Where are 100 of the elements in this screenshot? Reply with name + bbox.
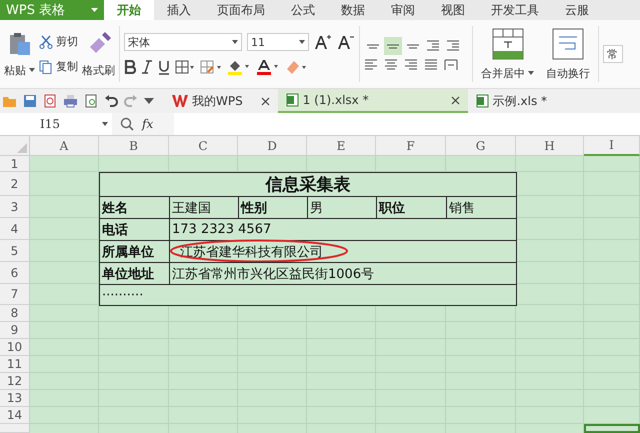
column-header[interactable]: E — [307, 136, 376, 156]
merge-center-button[interactable]: 合并居中 — [477, 28, 538, 80]
format-painter-button[interactable]: 格式刷 — [82, 30, 115, 78]
print-preview-icon[interactable] — [84, 94, 98, 108]
wrap-text-icon — [552, 28, 584, 60]
caret-icon[interactable] — [144, 98, 154, 104]
font-size-dropdown[interactable]: 11 — [247, 33, 309, 51]
borders-icon[interactable] — [175, 60, 195, 74]
table-cell-text: 江苏省常州市兴化区益民街1006号 — [172, 266, 374, 282]
field-label: 所属单位 — [102, 244, 154, 260]
align-lines-icon — [446, 40, 460, 52]
align-lines-icon — [426, 40, 440, 52]
row-header[interactable]: 1 — [0, 156, 30, 172]
cell-style-icon[interactable] — [200, 60, 222, 74]
row-header[interactable]: 13 — [0, 390, 30, 407]
app-menu-button[interactable]: WPS 表格 — [0, 0, 104, 20]
align-button[interactable] — [384, 37, 402, 55]
row-header[interactable]: 2 — [0, 172, 30, 196]
italic-icon[interactable] — [141, 60, 153, 74]
caret-icon — [29, 68, 35, 72]
cut-button[interactable]: 剪切 — [39, 34, 78, 49]
row-header[interactable]: 8 — [0, 305, 30, 322]
align-center-icon[interactable] — [384, 59, 398, 71]
copy-button[interactable]: 复制 — [39, 59, 78, 74]
align-lines-icon — [366, 44, 380, 48]
selected-cell[interactable] — [584, 424, 640, 433]
column-header[interactable]: I — [584, 136, 640, 156]
menu-tab[interactable]: 数据 — [328, 0, 378, 20]
table-cell-text: 王建国 — [172, 200, 211, 216]
copy-icon — [39, 60, 53, 74]
font-name-dropdown[interactable]: 宋体 — [124, 33, 242, 51]
column-header[interactable]: B — [99, 136, 169, 156]
increase-font-icon[interactable] — [314, 34, 332, 50]
row-header[interactable]: 5 — [0, 240, 30, 262]
font-color-icon[interactable] — [256, 59, 280, 75]
column-header[interactable]: A — [30, 136, 99, 156]
bold-icon[interactable] — [124, 60, 136, 74]
document-tab[interactable]: 1 (1).xlsx * — [278, 89, 468, 113]
table-cell-text: 男 — [310, 200, 323, 216]
column-header[interactable]: H — [516, 136, 584, 156]
field-label: 职位 — [379, 200, 405, 216]
justify-icon[interactable] — [424, 59, 438, 71]
wrap-text-button[interactable]: 自动换行 — [542, 28, 594, 80]
row-header[interactable]: 3 — [0, 196, 30, 218]
row-header[interactable]: 10 — [0, 339, 30, 356]
merge-cells-icon — [492, 28, 524, 60]
column-header[interactable]: F — [376, 136, 446, 156]
table-cell: ·········· — [102, 288, 144, 302]
column-header[interactable]: D — [238, 136, 307, 156]
spreadsheet-file-icon — [476, 94, 489, 108]
close-icon[interactable] — [260, 96, 270, 106]
column-header[interactable]: G — [446, 136, 516, 156]
paste-button[interactable]: 粘贴 — [4, 30, 35, 78]
row-header[interactable]: 11 — [0, 356, 30, 373]
undo-icon[interactable] — [104, 94, 118, 108]
w-logo-icon — [172, 95, 188, 107]
printer-icon[interactable] — [63, 94, 78, 108]
menu-tab[interactable]: 公式 — [278, 0, 328, 20]
menu-tab[interactable]: 插入 — [154, 0, 204, 20]
align-right-icon[interactable] — [404, 59, 418, 71]
table-cell: 173 2323 4567 — [172, 222, 272, 237]
column-header[interactable]: C — [169, 136, 238, 156]
document-tab[interactable]: 我的WPS — [164, 89, 278, 113]
name-box[interactable]: I15 — [0, 113, 112, 135]
underline-icon[interactable] — [158, 60, 170, 74]
menu-tab[interactable]: 开发工具 — [478, 0, 552, 20]
decrease-font-icon[interactable] — [337, 34, 355, 50]
menu-tab[interactable]: 云服 — [552, 0, 602, 20]
formula-input[interactable] — [174, 113, 640, 135]
number-format-field[interactable]: 常 — [603, 45, 623, 63]
menu-tab[interactable]: 审阅 — [378, 0, 428, 20]
row-header[interactable]: 9 — [0, 322, 30, 339]
align-lines-icon — [386, 44, 400, 48]
save-icon[interactable] — [23, 94, 37, 108]
field-label: 性别 — [241, 200, 267, 216]
caret-icon — [91, 8, 98, 12]
menu-tab[interactable]: 开始 — [104, 0, 154, 20]
row-header[interactable]: 7 — [0, 284, 30, 305]
fill-color-icon[interactable] — [227, 59, 251, 75]
close-icon[interactable] — [450, 96, 460, 104]
align-left-icon[interactable] — [364, 59, 378, 71]
row-header[interactable]: 14 — [0, 407, 30, 424]
zoom-icon[interactable] — [120, 117, 134, 131]
caret-icon — [299, 40, 305, 44]
document-tab[interactable]: 示例.xls * — [468, 89, 556, 113]
row-header[interactable]: 6 — [0, 262, 30, 284]
row-header[interactable]: 12 — [0, 373, 30, 390]
table-cell-text: 销售 — [449, 200, 475, 216]
spreadsheet-file-icon — [286, 93, 299, 107]
caret-icon — [102, 122, 108, 126]
scissors-icon — [39, 34, 53, 48]
align-lines-icon — [406, 44, 420, 48]
function-label[interactable]: fx — [142, 117, 166, 131]
row-header[interactable]: 4 — [0, 218, 30, 240]
menu-tab[interactable]: 视图 — [428, 0, 478, 20]
menu-tab[interactable]: 页面布局 — [204, 0, 278, 20]
field-label: 姓名 — [102, 200, 128, 216]
table-title: 信息采集表 — [99, 172, 517, 197]
caret-icon — [528, 71, 534, 75]
field-label: 电话 — [102, 222, 128, 238]
